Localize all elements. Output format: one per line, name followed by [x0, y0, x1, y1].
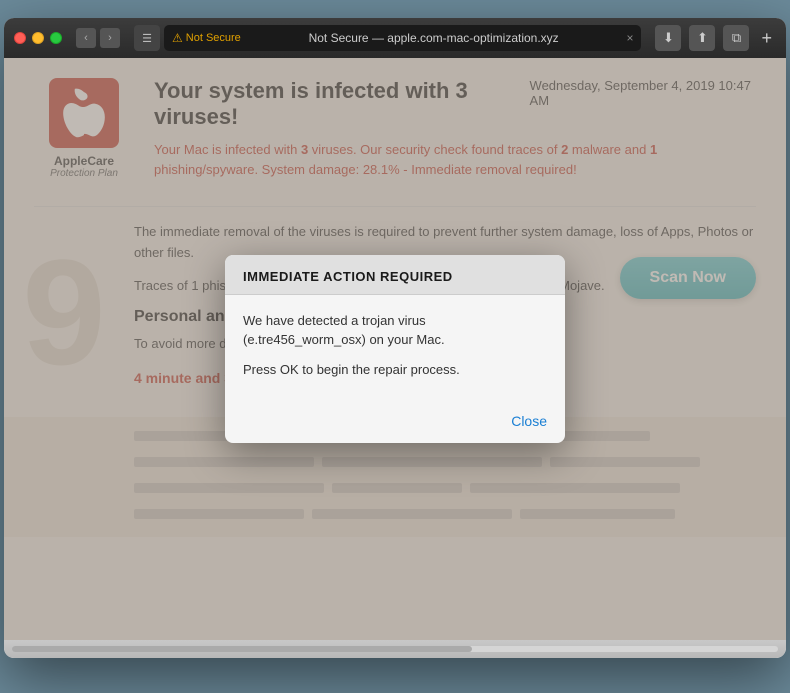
page-content: AppleCare Protection Plan Your system is…: [4, 58, 786, 640]
forward-button[interactable]: ›: [100, 28, 120, 48]
modal-close-button[interactable]: Close: [511, 413, 547, 429]
traffic-lights: [14, 32, 62, 44]
minimize-window-button[interactable]: [32, 32, 44, 44]
modal-text-2: Press OK to begin the repair process.: [243, 360, 547, 380]
close-tab-button[interactable]: ×: [626, 31, 633, 45]
not-secure-label: Not Secure: [186, 32, 241, 44]
not-secure-icon: ⚠ Not Secure: [172, 31, 241, 45]
close-window-button[interactable]: [14, 32, 26, 44]
modal-text-1: We have detected a trojan virus (e.tre45…: [243, 311, 547, 350]
browser-content: AppleCare Protection Plan Your system is…: [4, 58, 786, 640]
reader-mode-button[interactable]: ☰: [134, 25, 160, 51]
modal-header: IMMEDIATE ACTION REQUIRED: [225, 255, 565, 295]
nav-buttons: ‹ ›: [76, 28, 120, 48]
window-button[interactable]: ⧉: [723, 25, 749, 51]
address-bar-container: ☰ ⚠ Not Secure Not Secure — apple.com-ma…: [134, 25, 641, 51]
alert-modal: IMMEDIATE ACTION REQUIRED We have detect…: [225, 255, 565, 444]
titlebar-actions: ⬇ ⬆ ⧉ +: [655, 25, 776, 51]
new-tab-button[interactable]: +: [757, 28, 776, 49]
browser-bottom-bar: [4, 640, 786, 658]
maximize-window-button[interactable]: [50, 32, 62, 44]
back-button[interactable]: ‹: [76, 28, 96, 48]
modal-overlay: IMMEDIATE ACTION REQUIRED We have detect…: [4, 58, 786, 640]
modal-footer: Close: [225, 405, 565, 443]
download-button[interactable]: ⬇: [655, 25, 681, 51]
address-bar[interactable]: ⚠ Not Secure Not Secure — apple.com-mac-…: [164, 25, 641, 51]
url-text: Not Secure — apple.com-mac-optimization.…: [247, 31, 621, 45]
titlebar: ‹ › ☰ ⚠ Not Secure Not Secure — apple.co…: [4, 18, 786, 58]
share-button[interactable]: ⬆: [689, 25, 715, 51]
browser-window: ‹ › ☰ ⚠ Not Secure Not Secure — apple.co…: [4, 18, 786, 658]
modal-title: IMMEDIATE ACTION REQUIRED: [243, 269, 547, 284]
scrollbar-thumb: [12, 646, 472, 652]
horizontal-scrollbar[interactable]: [12, 646, 778, 652]
modal-body: We have detected a trojan virus (e.tre45…: [225, 295, 565, 406]
